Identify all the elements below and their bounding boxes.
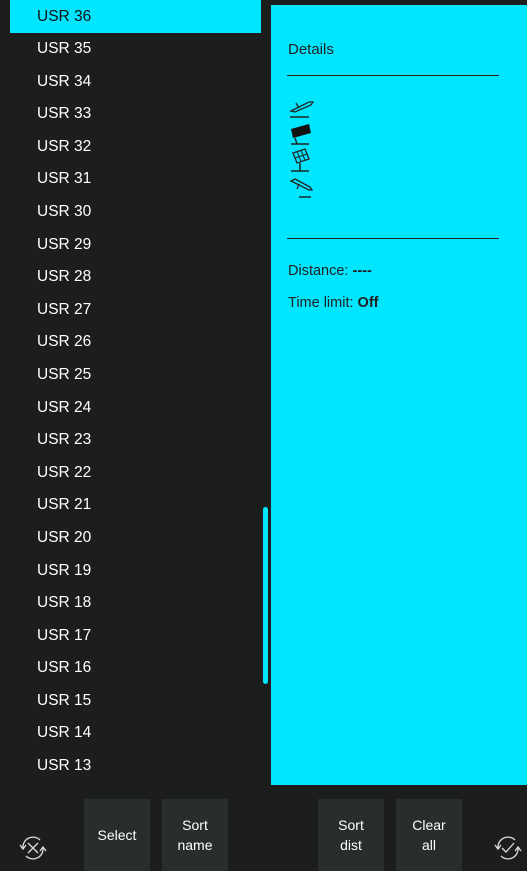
list-item[interactable]: USR 25 [10, 359, 261, 392]
list-item[interactable]: USR 30 [10, 196, 261, 229]
time-limit-label: Time limit: [288, 295, 354, 311]
list-item[interactable]: USR 20 [10, 522, 261, 555]
divider [263, 0, 271, 37]
solar-panel-icon [291, 148, 310, 172]
time-limit-row: Time limit: Off [288, 295, 378, 311]
list-item[interactable]: USR 35 [10, 33, 261, 66]
list-item[interactable]: USR 28 [10, 261, 261, 294]
waypoint-type-icons [287, 97, 327, 201]
cancel-sync-icon[interactable] [18, 833, 48, 863]
select-button[interactable]: Select [84, 799, 150, 871]
list-item[interactable]: USR 33 [10, 98, 261, 131]
distance-value: ---- [352, 263, 372, 279]
waypoint-list[interactable]: USR 36 USR 35 USR 34 USR 33 USR 32 USR 31 USR … [10, 0, 261, 783]
list-item[interactable]: USR 21 [10, 489, 261, 522]
sort-dist-button-label: Sort dist [338, 817, 364, 853]
list-item[interactable]: USR 15 [10, 685, 261, 718]
time-limit-value: Off [357, 295, 379, 311]
list-item[interactable]: USR 29 [10, 229, 261, 262]
list-item[interactable]: USR 23 [10, 424, 261, 457]
confirm-sync-icon[interactable] [493, 833, 523, 863]
landing-icon [289, 178, 314, 198]
list-item[interactable]: USR 19 [10, 555, 261, 588]
takeoff-icon [289, 101, 315, 118]
list-item[interactable]: USR 16 [10, 652, 261, 685]
list-item[interactable]: USR 24 [10, 392, 261, 425]
list-scrollbar[interactable] [263, 507, 268, 684]
select-button-label: Select [97, 827, 137, 843]
list-item[interactable]: USR 18 [10, 587, 261, 620]
list-item[interactable]: USR 13 [10, 750, 261, 783]
flag-icon [291, 124, 311, 145]
list-item[interactable]: USR 14 [10, 717, 261, 750]
list-item[interactable]: USR 27 [10, 294, 261, 327]
sort-name-button-label: Sort name [177, 817, 213, 853]
list-item[interactable]: USR 34 [10, 66, 261, 99]
clear-all-button-label: Clear all [412, 817, 446, 853]
list-item[interactable]: USR 17 [10, 620, 261, 653]
list-item[interactable]: USR 36 [10, 0, 261, 33]
bottom-toolbar: Select Sort name Sort dist Clear all [0, 785, 527, 871]
list-item[interactable]: USR 26 [10, 326, 261, 359]
details-title: Details [288, 41, 334, 58]
list-item[interactable]: USR 32 [10, 131, 261, 164]
details-panel: Details Distance: ---- Time limit: Off [271, 5, 527, 785]
distance-row: Distance: ---- [288, 263, 372, 279]
sort-dist-button[interactable]: Sort dist [318, 799, 384, 871]
list-item[interactable]: USR 31 [10, 163, 261, 196]
sort-name-button[interactable]: Sort name [162, 799, 228, 871]
clear-all-button[interactable]: Clear all [396, 799, 462, 871]
list-item[interactable]: USR 22 [10, 457, 261, 490]
details-divider-bottom [287, 238, 499, 239]
distance-label: Distance: [288, 263, 349, 279]
waypoint-list-panel: USR 36 USR 35 USR 34 USR 33 USR 32 USR 31 USR … [0, 0, 271, 785]
details-divider-top [287, 75, 499, 76]
